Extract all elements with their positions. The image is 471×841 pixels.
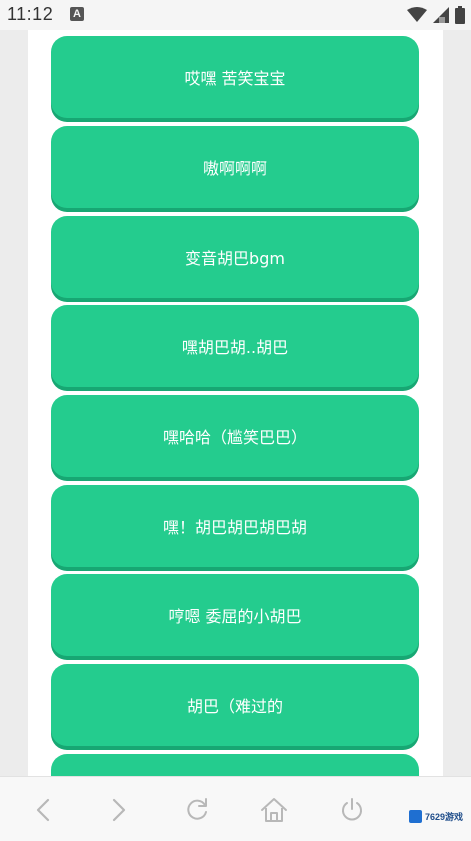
sound-button-label: 胡巴（难过的 bbox=[186, 697, 283, 716]
sound-button-label: 嘿！胡巴胡巴胡巴胡 bbox=[162, 518, 307, 537]
power-icon bbox=[342, 798, 362, 821]
sound-button-label: 哎嘿 苦笑宝宝 bbox=[184, 69, 286, 88]
forward-icon bbox=[112, 798, 126, 822]
status-time: 11:12 bbox=[7, 4, 54, 24]
watermark-text: 7629游戏 bbox=[424, 812, 463, 822]
status-icons bbox=[407, 5, 465, 25]
sound-button-9[interactable] bbox=[51, 754, 419, 776]
sound-button-8[interactable]: 胡巴（难过的 bbox=[51, 664, 419, 746]
back-button[interactable] bbox=[28, 795, 58, 825]
sound-button-1[interactable]: 哎嘿 苦笑宝宝 bbox=[51, 36, 419, 118]
sound-button-label: 嗷啊啊啊 bbox=[202, 159, 267, 178]
sound-button-6[interactable]: 嘿！胡巴胡巴胡巴胡 bbox=[51, 485, 419, 567]
sound-button-3[interactable]: 变音胡巴bgm bbox=[51, 216, 419, 298]
wifi-icon bbox=[407, 7, 427, 22]
sound-button-label: 嘿哈哈（尴笑巴巴） bbox=[162, 428, 307, 447]
home-button[interactable] bbox=[259, 795, 289, 825]
forward-button[interactable] bbox=[104, 795, 134, 825]
sound-button-4[interactable]: 嘿胡巴胡..胡巴 bbox=[51, 305, 419, 387]
sound-button-2[interactable]: 嗷啊啊啊 bbox=[51, 126, 419, 208]
watermark-icon bbox=[408, 810, 422, 823]
watermark-logo: 7629游戏 bbox=[408, 810, 463, 823]
sound-button-5[interactable]: 嘿哈哈（尴笑巴巴） bbox=[51, 395, 419, 477]
back-icon bbox=[36, 798, 50, 822]
battery-icon bbox=[455, 6, 465, 24]
sound-button-7[interactable]: 哼嗯 委屈的小胡巴 bbox=[51, 574, 419, 656]
notification-icon: A bbox=[70, 7, 84, 21]
status-bar: 11:12 A bbox=[0, 0, 471, 30]
sound-button-label: 变音胡巴bgm bbox=[185, 249, 285, 268]
power-button[interactable] bbox=[337, 795, 367, 825]
refresh-button[interactable] bbox=[182, 795, 212, 825]
sound-button-label: 嘿胡巴胡..胡巴 bbox=[181, 338, 289, 357]
refresh-icon bbox=[187, 798, 207, 820]
sound-button-label: 哼嗯 委屈的小胡巴 bbox=[168, 607, 302, 626]
sound-list: 哎嘿 苦笑宝宝 嗷啊啊啊 变音胡巴bgm 嘿胡巴胡..胡巴 嘿哈哈（尴笑巴巴） … bbox=[28, 30, 443, 776]
home-icon bbox=[261, 798, 287, 822]
browser-nav-bar: 7629游戏 bbox=[0, 776, 471, 841]
signal-icon bbox=[433, 7, 449, 23]
